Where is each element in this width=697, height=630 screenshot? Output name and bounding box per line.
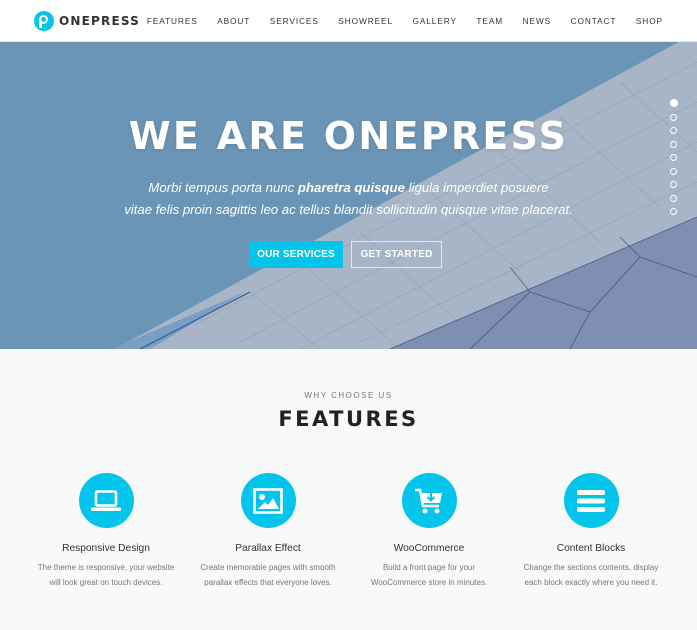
hero-subtitle-bold: pharetra quisque <box>297 180 405 195</box>
feature-description: Create memorable pages with smooth paral… <box>188 560 348 590</box>
nav-shop[interactable]: SHOP <box>636 16 663 26</box>
menu-bars-icon <box>577 489 605 512</box>
hero-subtitle-line2: vitae felis proin sagittis leo ac tellus… <box>124 202 573 217</box>
section-dot-6[interactable] <box>670 167 677 175</box>
feature-woocommerce: WooCommerce Build a front page for your … <box>349 473 509 590</box>
section-dot-2[interactable] <box>670 113 677 121</box>
feature-desc-line: Build a front page for your <box>382 563 476 572</box>
feature-title: WooCommerce <box>393 543 465 554</box>
site-header: ONEPRESS FEATURES ABOUT SERVICES SHOWREE… <box>0 0 697 42</box>
hero-section: WE ARE ONEPRESS Morbi tempus porta nunc … <box>0 42 697 349</box>
feature-title: Responsive Design <box>62 543 150 554</box>
cart-download-icon <box>415 488 442 513</box>
feature-desc-line: each block exactly where you need it. <box>524 578 658 587</box>
feature-parallax-effect: Parallax Effect Create memorable pages w… <box>188 473 348 590</box>
section-navigation-dots <box>670 99 678 222</box>
section-eyebrow: WHY CHOOSE US <box>304 391 393 400</box>
feature-icon-circle <box>401 473 457 528</box>
feature-icon-circle <box>78 473 134 528</box>
feature-desc-line: will look great on touch devices. <box>49 578 163 587</box>
hero-subtitle-part1: Morbi tempus porta nunc <box>148 180 298 195</box>
section-dot-3[interactable] <box>670 127 677 134</box>
get-started-button[interactable]: GET STARTED <box>351 241 442 268</box>
nav-news[interactable]: NEWS <box>523 16 552 26</box>
nav-contact[interactable]: CONTACT <box>571 16 617 26</box>
feature-desc-line: parallax effects that everyone loves. <box>204 578 332 587</box>
feature-icon-circle <box>563 473 619 528</box>
feature-desc-line: Change the sections contents, display <box>523 563 659 572</box>
feature-desc-line: WooCommerce store in minutes. <box>370 578 488 587</box>
feature-title: Content Blocks <box>556 543 626 554</box>
feature-description: Change the sections contents, display ea… <box>511 560 671 590</box>
nav-showreel[interactable]: SHOWREEL <box>338 16 393 26</box>
nav-about[interactable]: ABOUT <box>217 16 250 26</box>
feature-desc-line: The theme is responsive, your website <box>37 563 175 572</box>
section-dot-5[interactable] <box>670 154 677 161</box>
feature-description: The theme is responsive, your website wi… <box>26 560 186 590</box>
nav-services[interactable]: SERVICES <box>270 16 319 26</box>
feature-icon-circle <box>240 473 296 528</box>
nav-team[interactable]: TEAM <box>476 16 503 26</box>
feature-title: Parallax Effect <box>235 543 301 554</box>
section-dot-4[interactable] <box>670 140 677 148</box>
feature-desc-line: Create memorable pages with smooth <box>200 563 336 572</box>
feature-description: Build a front page for your WooCommerce … <box>349 560 509 590</box>
hero-subtitle: Morbi tempus porta nunc pharetra quisque… <box>0 177 697 221</box>
our-services-button[interactable]: OUR SERVICES <box>249 241 343 268</box>
main-nav: FEATURES ABOUT SERVICES SHOWREEL GALLERY… <box>147 0 663 42</box>
feature-content-blocks: Content Blocks Change the sections conte… <box>511 473 671 590</box>
onepress-logo-icon <box>34 11 54 31</box>
feature-responsive-design: Responsive Design The theme is responsiv… <box>26 473 186 590</box>
hero-subtitle-part2: ligula imperdiet posuere <box>404 180 549 195</box>
section-dot-9[interactable] <box>670 208 677 215</box>
image-icon <box>253 487 283 514</box>
section-dot-8[interactable] <box>670 194 677 202</box>
section-dot-7[interactable] <box>670 181 677 188</box>
laptop-icon <box>91 489 121 511</box>
section-dot-1[interactable] <box>670 99 678 107</box>
hero-title: WE ARE ONEPRESS <box>128 114 569 158</box>
section-title: FEATURES <box>278 407 419 431</box>
features-section: WHY CHOOSE US FEATURES Responsive Design… <box>0 349 697 630</box>
nav-gallery[interactable]: GALLERY <box>412 16 456 26</box>
logo-text: ONEPRESS <box>59 14 141 28</box>
nav-features[interactable]: FEATURES <box>147 16 198 26</box>
site-logo[interactable]: ONEPRESS <box>34 11 140 31</box>
